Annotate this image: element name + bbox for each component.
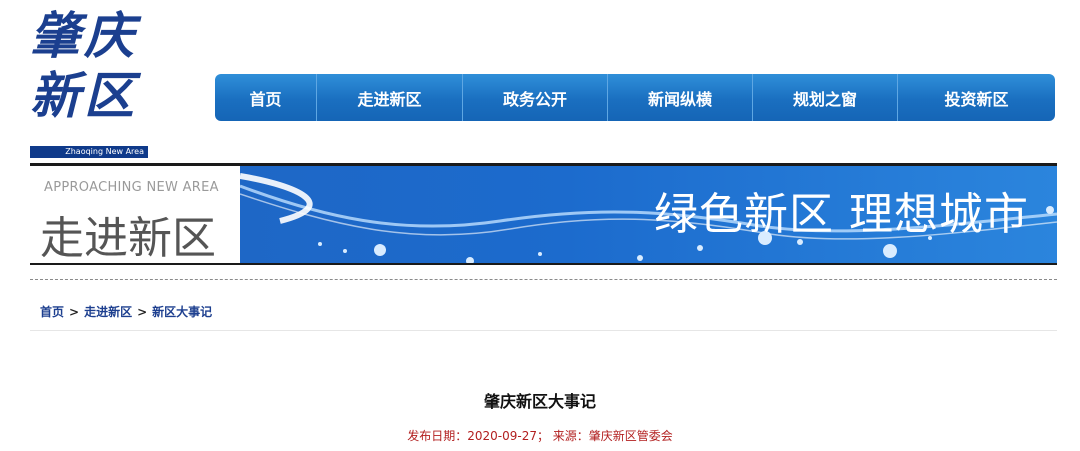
logo-text-line2: 新区: [30, 66, 138, 125]
breadcrumb-about[interactable]: 走进新区: [84, 305, 132, 319]
banner-slogan: 绿色新区 理想城市: [654, 189, 1029, 240]
article-meta: 发布日期：2020-09-27； 来源：肇庆新区管委会: [407, 429, 673, 443]
breadcrumb-home[interactable]: 首页: [40, 305, 64, 319]
breadcrumb-current[interactable]: 新区大事记: [152, 305, 212, 319]
nav-item-investment[interactable]: 投资新区: [898, 74, 1055, 121]
dashed-divider: [30, 279, 1057, 280]
section-banner: APPROACHING NEW AREA 走进新区 绿色新区 理想城市: [30, 166, 1057, 264]
site-logo[interactable]: 肇庆 新区 Zhaoqing New Area: [30, 6, 148, 158]
banner-image: 绿色新区 理想城市: [240, 166, 1057, 263]
nav-item-home[interactable]: 首页: [215, 74, 317, 121]
nav-item-about[interactable]: 走进新区: [317, 74, 463, 121]
banner-caption: APPROACHING NEW AREA 走进新区: [30, 166, 240, 264]
nav-item-news[interactable]: 新闻纵横: [608, 74, 753, 121]
banner-section-title: 走进新区: [40, 213, 216, 264]
logo-subtitle: Zhaoqing New Area: [30, 146, 148, 158]
breadcrumb-separator: >: [69, 305, 80, 319]
banner-english-text: APPROACHING NEW AREA: [44, 180, 219, 195]
article-title: 肇庆新区大事记: [483, 392, 596, 411]
logo-text-line1: 肇庆: [30, 6, 138, 65]
nav-item-planning[interactable]: 规划之窗: [753, 74, 898, 121]
banner-bottom-border: [30, 263, 1057, 265]
main-nav: 首页 走进新区 政务公开 新闻纵横 规划之窗 投资新区: [215, 74, 1055, 121]
nav-item-government[interactable]: 政务公开: [463, 74, 608, 121]
breadcrumb: 首页 > 走进新区 > 新区大事记: [40, 303, 212, 320]
breadcrumb-separator: >: [137, 305, 148, 319]
breadcrumb-divider: [30, 330, 1057, 331]
